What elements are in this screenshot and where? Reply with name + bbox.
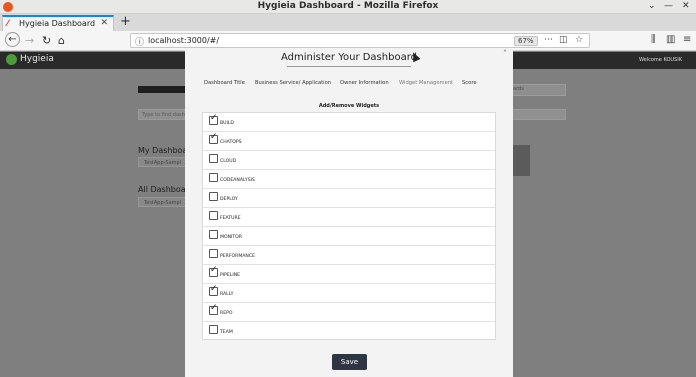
widget-label: RALLY (220, 292, 234, 297)
background-field-right: ards (512, 84, 566, 96)
window-title-bar: Hygieia Dashboard - Mozilla Firefox ⌄ — … (0, 0, 696, 14)
administer-dashboard-modal: ˄ Administer Your Dashboard Dashboard Ti… (185, 48, 513, 377)
app-brand[interactable]: Hygieia (20, 54, 54, 64)
background-right-label: ards (513, 86, 524, 92)
widgets-subheading: Add/Remove Widgets (318, 103, 380, 109)
codeanalysis-checkbox[interactable] (209, 173, 218, 182)
widget-row-repo[interactable]: ✓ REPO (203, 303, 495, 322)
widget-row-rally[interactable]: ✓ RALLY (203, 284, 495, 303)
chatops-checkbox[interactable]: ✓ (209, 132, 218, 144)
widget-label: REPO (220, 311, 233, 316)
tab-bar: ⁄ Hygieia Dashboard ✕ + (0, 14, 696, 31)
performance-checkbox[interactable] (209, 249, 218, 258)
all-dashboard-item: TestApp-Sampl (138, 197, 186, 207)
my-dashboard-item: TestApp-Sampl (138, 157, 186, 167)
modal-title: Administer Your Dashboard (280, 52, 417, 63)
search-placeholder: Type to find dash (142, 112, 185, 118)
checkmark-icon: ✓ (210, 132, 218, 142)
hygieia-favicon-icon: ⁄ (7, 19, 9, 29)
monitor-checkbox[interactable] (209, 230, 218, 239)
modal-tabs: Dashboard Title Business Service/ Applic… (185, 80, 513, 92)
feature-checkbox[interactable] (209, 211, 218, 220)
deploy-checkbox[interactable] (209, 192, 218, 201)
widget-row-pipeline[interactable]: ✓ PIPELINE (203, 265, 495, 284)
widget-row-build[interactable]: ✓ BUILD (203, 113, 495, 132)
reload-button[interactable]: ↻ (42, 34, 51, 47)
hygieia-logo-icon (6, 54, 17, 65)
repo-checkbox[interactable]: ✓ (209, 303, 218, 315)
widget-row-feature[interactable]: FEATURE (203, 208, 495, 227)
widget-label: DEPLOY (220, 197, 238, 202)
checkmark-icon: ✓ (210, 113, 218, 123)
tab-label: Hygieia Dashboard (19, 19, 96, 28)
url-bar[interactable]: ⓘ localhost:3000/#/ 67% ⋯ ◫ ☆ (130, 33, 590, 48)
checkmark-icon: ✓ (210, 284, 218, 294)
pocket-icon[interactable]: ◫ (559, 35, 568, 45)
back-button[interactable]: ← (5, 32, 20, 47)
widget-row-chatops[interactable]: ✓ CHATOPS (203, 132, 495, 151)
tab-widget-management[interactable]: Widget Management (399, 80, 453, 86)
all-dashboard-item-label: TestApp-Sampl (144, 200, 182, 206)
maximize-window-button[interactable]: — (664, 1, 673, 11)
tab-business-service[interactable]: Business Service/ Application (255, 80, 331, 86)
widget-label: PERFORMANCE (220, 254, 255, 259)
widget-label: BUILD (220, 121, 234, 126)
library-icon[interactable]: ⫼ (651, 34, 656, 45)
widget-row-deploy[interactable]: DEPLOY (203, 189, 495, 208)
close-tab-icon[interactable]: ✕ (100, 18, 108, 28)
title-divider (287, 66, 411, 67)
checkmark-icon: ✓ (210, 265, 218, 275)
dashboard-search-input: Type to find dash (138, 109, 186, 120)
forward-button[interactable]: → (25, 34, 34, 47)
my-dashboards-heading: My Dashboar (138, 146, 191, 155)
widget-label: PIPELINE (220, 273, 241, 278)
dashboard-tab-indicator (138, 86, 186, 93)
widget-row-performance[interactable]: PERFORMANCE (203, 246, 495, 265)
cloud-checkbox[interactable] (209, 154, 218, 163)
page-actions-icon[interactable]: ⋯ (544, 35, 553, 45)
background-search-right (512, 109, 566, 120)
widget-label: CHATOPS (220, 140, 242, 145)
rally-checkbox[interactable]: ✓ (209, 284, 218, 296)
tab-score[interactable]: Score (462, 80, 477, 86)
close-window-button[interactable]: ✕ (682, 1, 690, 11)
checkmark-icon: ✓ (210, 303, 218, 313)
minimize-window-button[interactable]: ⌄ (648, 1, 656, 11)
tab-owner-information[interactable]: Owner Information (340, 80, 389, 86)
sidebar-icon[interactable]: ▥ (666, 34, 675, 45)
save-button[interactable]: Save (332, 354, 367, 370)
widget-label: FEATURE (220, 216, 241, 221)
build-checkbox[interactable]: ✓ (209, 113, 218, 125)
welcome-user[interactable]: Welcome KOUSIK (639, 57, 682, 63)
widget-row-codeanalysis[interactable]: CODEANALYSIS (203, 170, 495, 189)
widget-row-team[interactable]: TEAM (203, 322, 495, 341)
tab-dashboard-title[interactable]: Dashboard Title (204, 80, 245, 86)
home-button[interactable]: ⌂ (58, 34, 65, 47)
background-block (512, 145, 530, 176)
widget-list: ✓ BUILD ✓ CHATOPS CLOUD CODEANALYSIS DEP… (202, 112, 496, 340)
site-info-icon[interactable]: ⓘ (135, 35, 144, 48)
zoom-level-badge[interactable]: 67% (514, 36, 538, 46)
window-title: Hygieia Dashboard - Mozilla Firefox (257, 1, 439, 11)
pipeline-checkbox[interactable]: ✓ (209, 265, 218, 277)
widget-label: TEAM (220, 330, 233, 335)
new-tab-button[interactable]: + (120, 14, 131, 29)
team-checkbox[interactable] (209, 325, 218, 334)
widget-label: CLOUD (220, 159, 237, 164)
bookmark-star-icon[interactable]: ☆ (575, 35, 583, 45)
url-text[interactable]: localhost:3000/#/ (148, 36, 219, 45)
all-dashboards-heading: All Dashboar (138, 185, 189, 194)
widget-row-cloud[interactable]: CLOUD (203, 151, 495, 170)
widget-label: CODEANALYSIS (220, 178, 255, 183)
browser-tab-hygieia[interactable]: ⁄ Hygieia Dashboard ✕ (2, 15, 114, 31)
widget-label: MONITOR (220, 235, 242, 240)
menu-icon[interactable]: ≡ (683, 34, 691, 45)
widget-row-monitor[interactable]: MONITOR (203, 227, 495, 246)
my-dashboard-item-label: TestApp-Sampl (144, 160, 182, 166)
